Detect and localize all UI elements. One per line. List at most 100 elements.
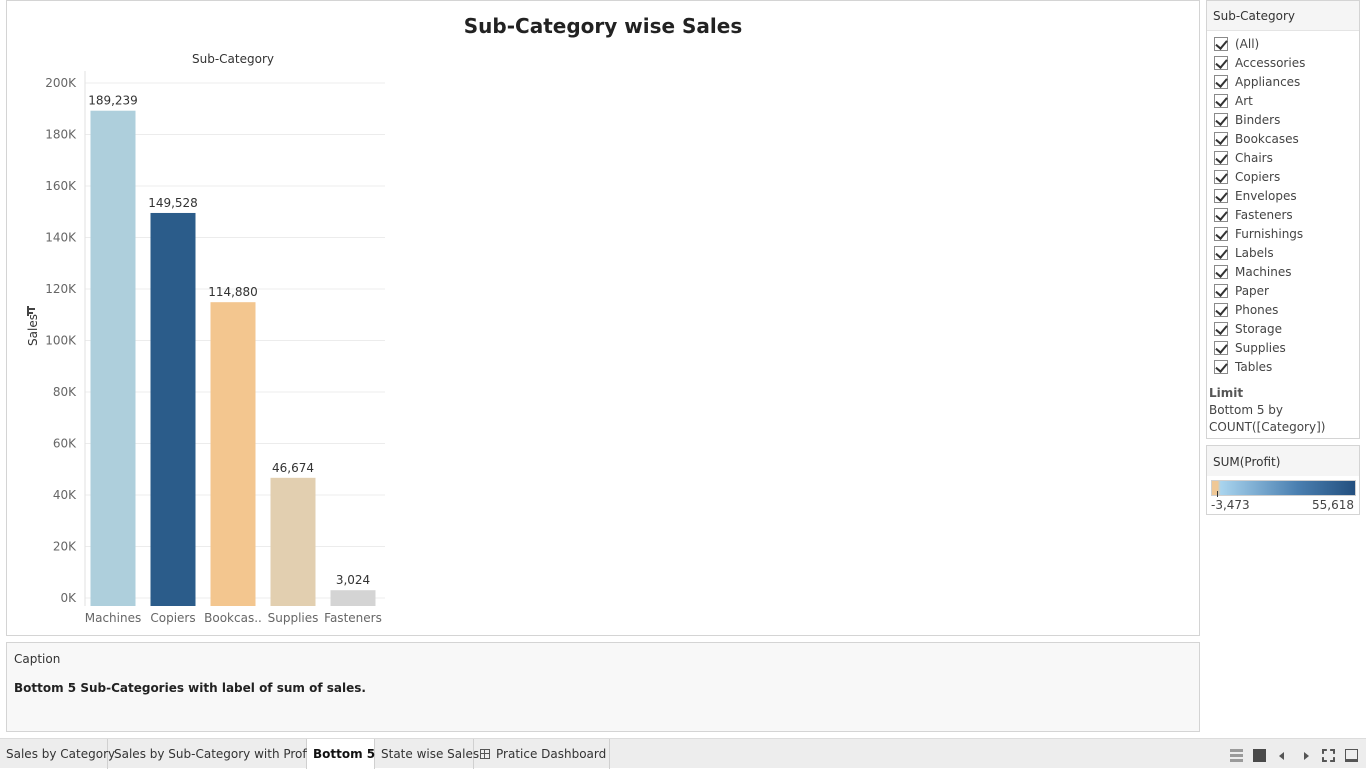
checkbox-checked-icon[interactable] [1214, 264, 1228, 279]
filter-item[interactable]: Copiers [1207, 167, 1359, 186]
checkbox-checked-icon[interactable] [1214, 93, 1228, 108]
checkbox-checked-icon[interactable] [1214, 226, 1228, 241]
filter-item[interactable]: Machines [1207, 262, 1359, 281]
worksheet: Sub-Category wise Sales 0K 20K 40K 60K 80K 10… [6, 0, 1200, 636]
filter-item-label: Furnishings [1235, 226, 1304, 241]
filter-item-label: Paper [1235, 283, 1269, 298]
checkbox-checked-icon[interactable] [1214, 55, 1228, 70]
filter-item-label: Machines [1235, 264, 1292, 279]
data-label: 149,528 [148, 196, 198, 210]
dashboard-icon [480, 749, 490, 759]
checkbox-checked-icon[interactable] [1214, 340, 1228, 355]
caption-panel: Caption Bottom 5 Sub-Categories with lab… [6, 642, 1200, 732]
checkbox-checked-icon[interactable] [1214, 188, 1228, 203]
y-tick-label: 80K [53, 385, 77, 399]
previous-sheet-icon[interactable] [1276, 749, 1289, 762]
filter-item-label: Tables [1235, 359, 1273, 374]
y-tick-label: 100K [45, 334, 77, 348]
y-tick-label: 200K [45, 76, 77, 90]
sheet-navigation [1230, 748, 1358, 762]
tab-state-wise-sales[interactable]: State wise Sales [375, 739, 479, 769]
checkbox-checked-icon[interactable] [1214, 131, 1228, 146]
filter-item[interactable]: Tables [1207, 357, 1359, 376]
tab-sales-by-category[interactable]: Sales by Category [0, 739, 115, 769]
filter-item[interactable]: Fasteners [1207, 205, 1359, 224]
filter-item[interactable]: (All) [1207, 34, 1359, 53]
filter-item-label: Labels [1235, 245, 1274, 260]
filter-item[interactable]: Chairs [1207, 148, 1359, 167]
x-tick-label: Copiers [150, 611, 195, 625]
tabs-view-icon[interactable] [1253, 748, 1266, 762]
checkbox-checked-icon[interactable] [1214, 283, 1228, 298]
filter-item-label: Bookcases [1235, 131, 1299, 146]
checkbox-checked-icon[interactable] [1214, 245, 1228, 260]
checkbox-checked-icon[interactable] [1214, 112, 1228, 127]
filmstrip-view-icon[interactable] [1230, 748, 1243, 762]
bar-supplies [270, 477, 316, 606]
checkbox-checked-icon[interactable] [1214, 169, 1228, 184]
sub-category-filter: Sub-Category (All) Accessories Appliances A… [1206, 0, 1360, 439]
filter-item[interactable]: Labels [1207, 243, 1359, 262]
bar-fasteners [330, 590, 376, 606]
sort-descending-icon [29, 312, 33, 314]
checkbox-checked-icon[interactable] [1214, 302, 1228, 317]
filter-item[interactable]: Paper [1207, 281, 1359, 300]
x-tick-label: Supplies [268, 611, 319, 625]
profit-color-legend: SUM(Profit) -3,473 55,618 [1206, 445, 1360, 515]
tab-label: Sales by Sub-Category with Profit [114, 747, 315, 761]
filter-item-label: Storage [1235, 321, 1282, 336]
filter-list: (All) Accessories Appliances Art Binders Book… [1207, 31, 1359, 376]
presentation-mode-icon[interactable] [1345, 748, 1358, 762]
x-tick-label: Bookcas.. [204, 611, 262, 625]
filter-item-label: Appliances [1235, 74, 1301, 89]
filter-item[interactable]: Appliances [1207, 72, 1359, 91]
y-tick-label: 140K [45, 231, 77, 245]
filter-item-label: Envelopes [1235, 188, 1297, 203]
legend-min: -3,473 [1211, 498, 1250, 512]
checkbox-checked-icon[interactable] [1214, 74, 1228, 89]
filter-title: Sub-Category [1207, 1, 1359, 31]
filter-item[interactable]: Phones [1207, 300, 1359, 319]
filter-item-label: Binders [1235, 112, 1281, 127]
tab-pratice-dashboard[interactable]: Pratice Dashboard [474, 739, 610, 769]
x-tick-label: Machines [85, 611, 141, 625]
checkbox-checked-icon[interactable] [1214, 150, 1228, 165]
filter-item[interactable]: Art [1207, 91, 1359, 110]
filter-item[interactable]: Binders [1207, 110, 1359, 129]
filter-item-label: Art [1235, 93, 1253, 108]
tab-sales-by-sub-category-with-profit[interactable]: Sales by Sub-Category with Profit [108, 739, 315, 769]
sheet-tab-bar: Sales by Category Sales by Sub-Category … [0, 738, 1366, 769]
filter-item-label: Fasteners [1235, 207, 1293, 222]
bar-machines [90, 110, 136, 607]
legend-title: SUM(Profit) [1207, 446, 1359, 476]
tab-bottom-5[interactable]: Bottom 5 [307, 739, 375, 769]
y-tick-label: 120K [45, 282, 77, 296]
y-tick-label: 160K [45, 179, 77, 193]
filter-item[interactable]: Bookcases [1207, 129, 1359, 148]
fullscreen-icon[interactable] [1322, 748, 1335, 762]
next-sheet-icon[interactable] [1299, 749, 1312, 762]
legend-max: 55,618 [1312, 498, 1354, 512]
checkbox-checked-icon[interactable] [1214, 207, 1228, 222]
checkbox-checked-icon[interactable] [1214, 359, 1228, 374]
bar-chart: 0K 20K 40K 60K 80K 100K 120K 140K 160K 180K 200K Su… [26, 52, 385, 625]
checkbox-checked-icon[interactable] [1214, 321, 1228, 336]
filter-item[interactable]: Supplies [1207, 338, 1359, 357]
filter-item-label: (All) [1235, 36, 1260, 51]
y-tick-label: 40K [53, 488, 77, 502]
filter-item[interactable]: Envelopes [1207, 186, 1359, 205]
sort-descending-icon [29, 308, 35, 310]
tab-label: State wise Sales [381, 747, 480, 761]
filter-item[interactable]: Accessories [1207, 53, 1359, 72]
filter-item-label: Supplies [1235, 340, 1286, 355]
column-header: Sub-Category [192, 52, 274, 66]
filter-item[interactable]: Furnishings [1207, 224, 1359, 243]
filter-item[interactable]: Storage [1207, 319, 1359, 338]
filter-item-label: Phones [1235, 302, 1279, 317]
checkbox-checked-icon[interactable] [1214, 36, 1228, 51]
y-axis-label: Sales [26, 314, 40, 346]
tab-label: Sales by Category [6, 747, 116, 761]
sort-descending-icon [27, 306, 29, 316]
limit-title: Limit [1209, 386, 1244, 400]
tab-label: Bottom 5 [313, 747, 376, 761]
